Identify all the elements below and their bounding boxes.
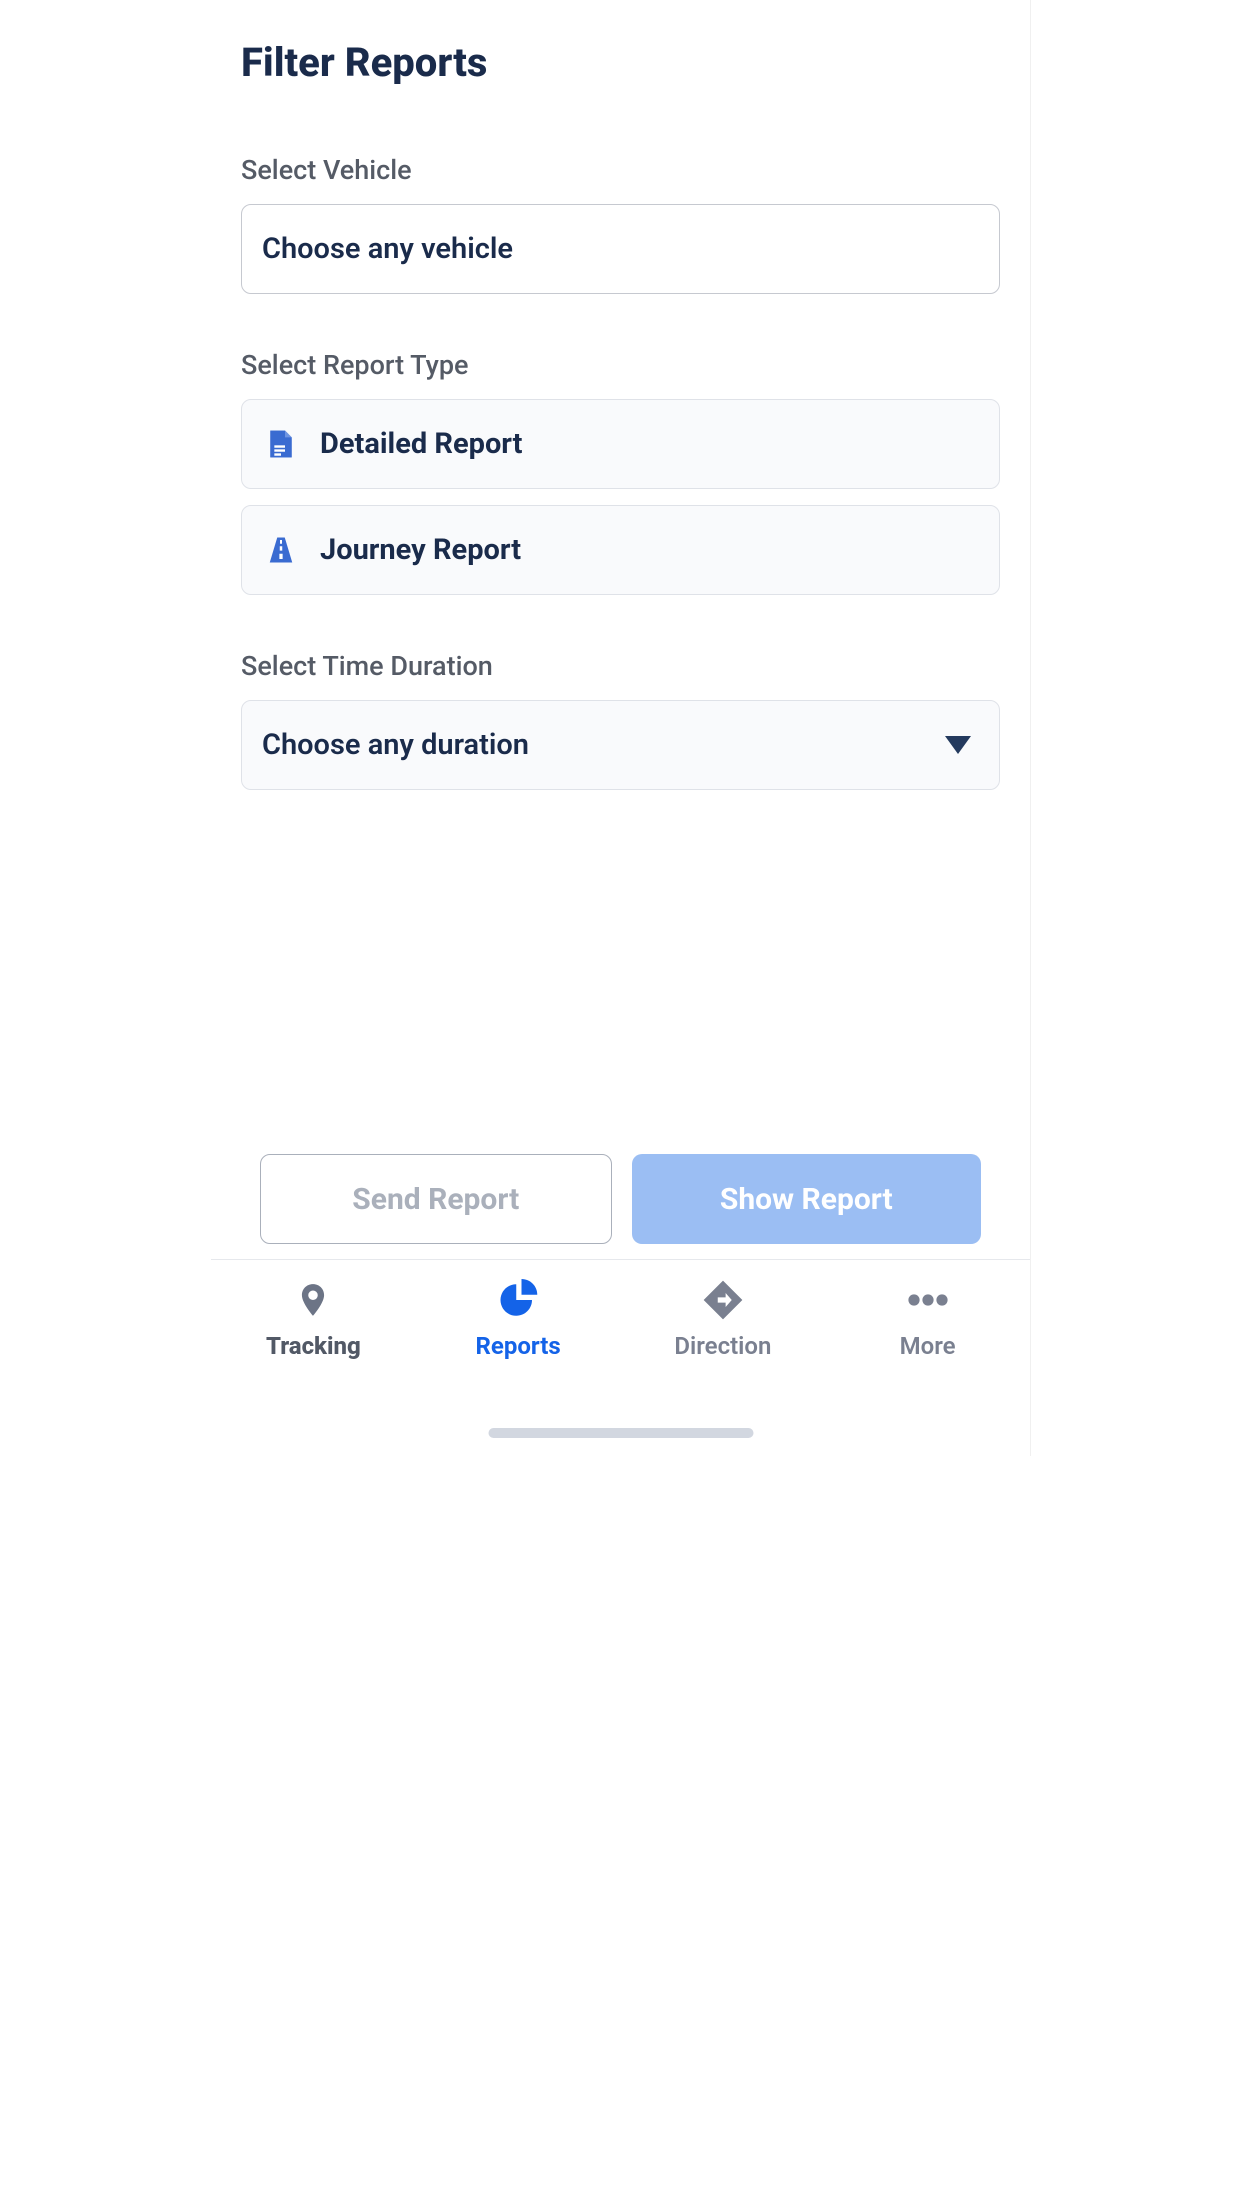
road-icon [262, 531, 300, 569]
report-option-label: Detailed Report [320, 427, 522, 461]
pin-icon [291, 1278, 335, 1322]
show-report-label: Show Report [720, 1182, 893, 1217]
action-buttons: Send Report Show Report [260, 1154, 981, 1244]
report-option-label: Journey Report [320, 533, 521, 567]
tab-tracking[interactable]: Tracking [211, 1278, 416, 1456]
select-duration-label: Select Time Duration [241, 650, 1000, 682]
app-screen: Filter Reports Select Vehicle Choose any… [211, 0, 1031, 1456]
vehicle-select-value: Choose any vehicle [262, 232, 513, 266]
tab-label: Direction [674, 1332, 771, 1360]
more-icon [906, 1278, 950, 1322]
report-type-detailed[interactable]: Detailed Report [241, 399, 1000, 489]
vehicle-select[interactable]: Choose any vehicle [241, 204, 1000, 294]
duration-select[interactable]: Choose any duration [241, 700, 1000, 790]
tab-label: More [900, 1332, 956, 1360]
chevron-down-icon [945, 736, 971, 754]
show-report-button[interactable]: Show Report [632, 1154, 982, 1244]
tab-label: Tracking [266, 1332, 361, 1360]
home-indicator [488, 1428, 753, 1438]
tab-label: Reports [476, 1332, 561, 1360]
select-vehicle-label: Select Vehicle [241, 154, 1000, 186]
send-report-label: Send Report [352, 1182, 519, 1217]
piechart-icon [496, 1278, 540, 1322]
select-report-type-label: Select Report Type [241, 349, 1000, 381]
duration-select-value: Choose any duration [262, 728, 529, 762]
page-title: Filter Reports [241, 39, 1000, 86]
send-report-button[interactable]: Send Report [260, 1154, 612, 1244]
report-type-journey[interactable]: Journey Report [241, 505, 1000, 595]
directions-icon [701, 1278, 745, 1322]
bottom-tabbar: Tracking Reports Direction [211, 1259, 1030, 1456]
tab-more[interactable]: More [825, 1278, 1030, 1456]
document-icon [262, 425, 300, 463]
